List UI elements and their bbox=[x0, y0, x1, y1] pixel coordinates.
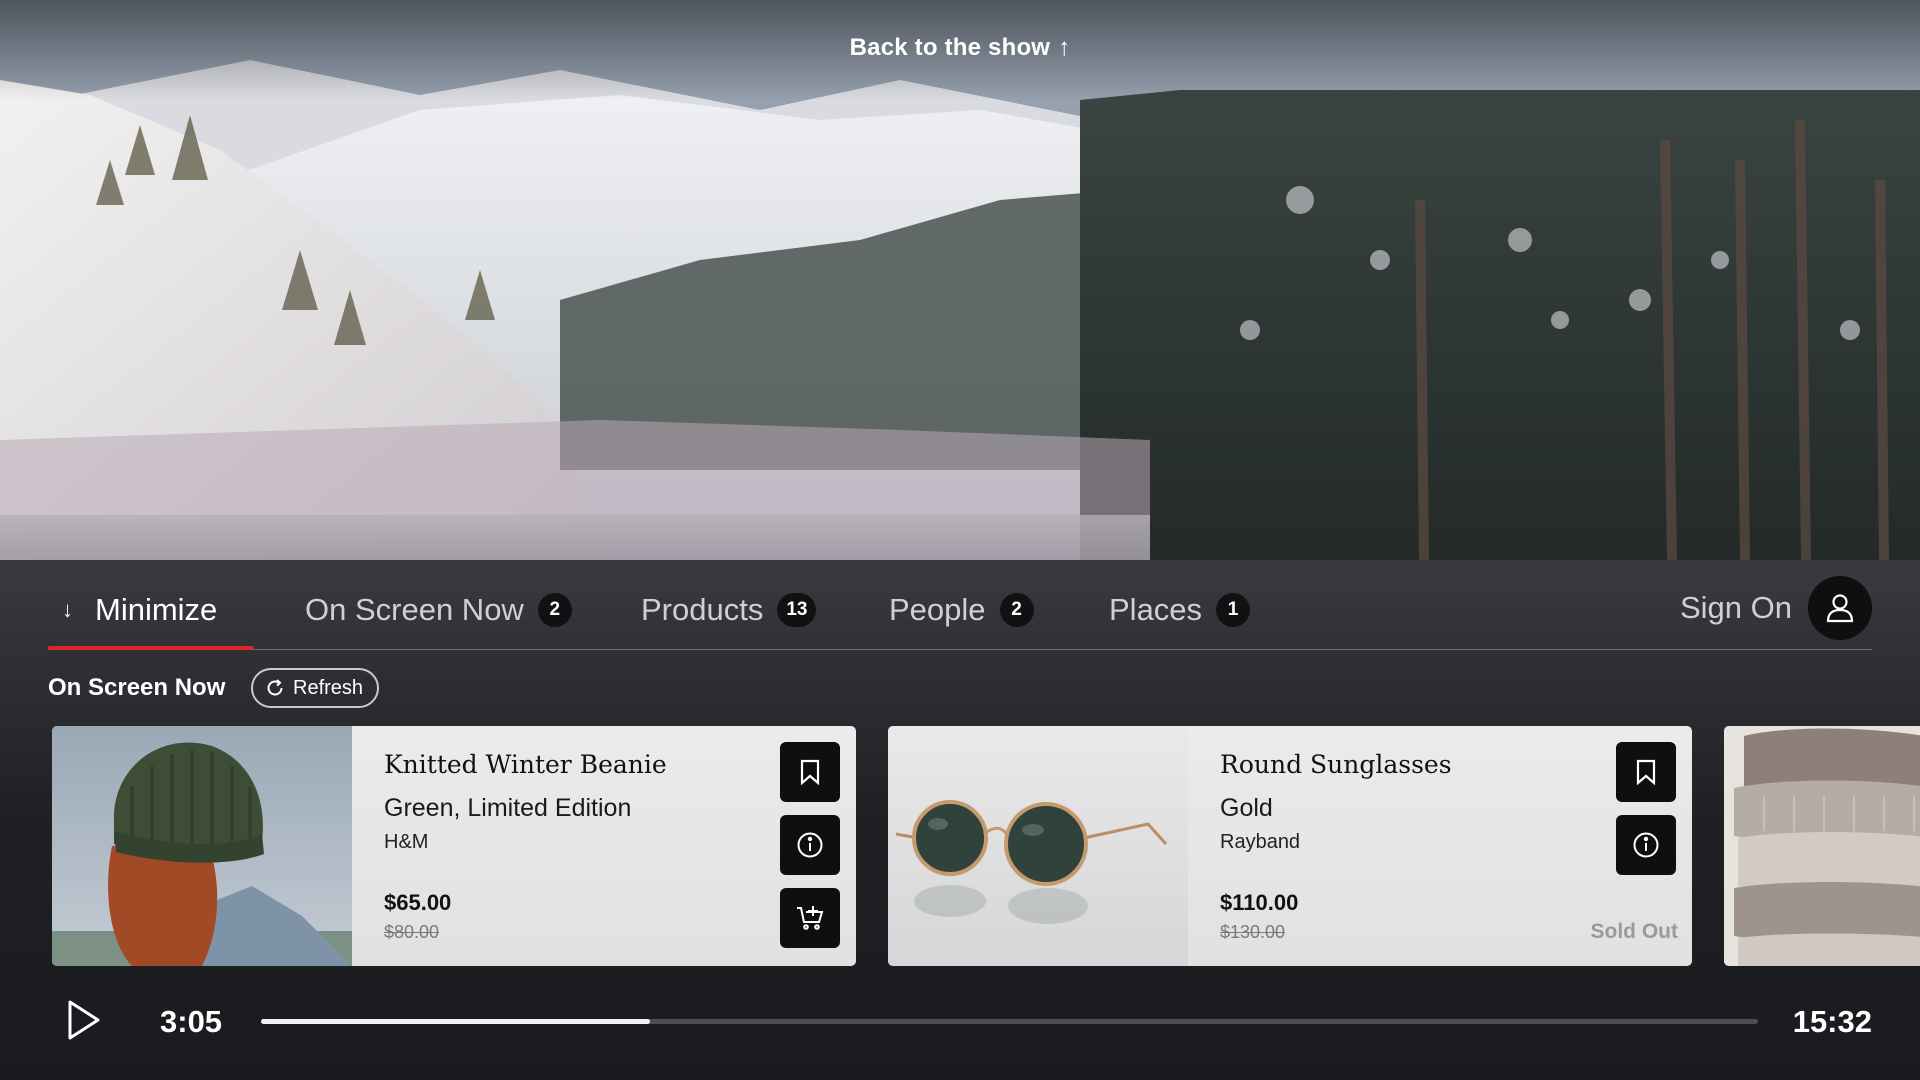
info-icon bbox=[1633, 832, 1659, 858]
progress-bar-fill bbox=[261, 1019, 651, 1024]
refresh-label: Refresh bbox=[293, 676, 364, 699]
tab-people-label: People bbox=[889, 592, 986, 627]
tab-minimize-label: Minimize bbox=[95, 592, 218, 627]
sign-on-button[interactable]: Sign On bbox=[1680, 576, 1872, 640]
product-image-sunglasses bbox=[888, 726, 1188, 966]
product-variant: Green, Limited Edition bbox=[384, 794, 632, 822]
product-name: Round Sunglasses bbox=[1220, 750, 1452, 779]
product-original-price: $130.00 bbox=[1220, 922, 1286, 942]
total-time: 15:32 bbox=[1792, 1004, 1872, 1039]
product-card[interactable]: Knitted Winter Beanie Green, Limited Edi… bbox=[52, 726, 856, 966]
bookmark-button[interactable] bbox=[780, 742, 840, 802]
product-price: $65.00 bbox=[384, 890, 452, 915]
refresh-button[interactable]: Refresh bbox=[251, 668, 380, 708]
arrow-down-icon: ↓ bbox=[62, 597, 73, 622]
tab-minimize[interactable]: ↓ Minimize bbox=[62, 590, 217, 630]
section-title: On Screen Now bbox=[48, 674, 226, 701]
tab-places-label: Places bbox=[1109, 592, 1203, 627]
tab-people[interactable]: People 2 bbox=[889, 590, 1034, 630]
progress-bar[interactable] bbox=[261, 1019, 1758, 1024]
product-variant: Gold bbox=[1220, 794, 1273, 822]
product-name: Knitted Winter Beanie bbox=[384, 750, 667, 779]
tab-on-screen-now-label: On Screen Now bbox=[305, 592, 524, 627]
play-button[interactable] bbox=[64, 998, 104, 1042]
tab-products[interactable]: Products 13 bbox=[641, 590, 817, 630]
companion-panel: ↓ Minimize On Screen Now 2 Products 13 P… bbox=[0, 560, 1920, 1080]
tab-count-badge: 13 bbox=[777, 593, 817, 627]
tab-products-label: Products bbox=[641, 592, 764, 627]
info-button[interactable] bbox=[780, 815, 840, 875]
sign-on-label: Sign On bbox=[1679, 590, 1792, 625]
info-button[interactable] bbox=[1616, 815, 1676, 875]
tab-places[interactable]: Places 1 bbox=[1109, 590, 1251, 630]
product-card[interactable]: Round Sunglasses Gold Rayband $110.00 $1… bbox=[888, 726, 1692, 966]
user-icon bbox=[1808, 576, 1872, 640]
refresh-icon bbox=[267, 679, 283, 696]
active-tab-indicator bbox=[48, 646, 254, 650]
play-icon bbox=[68, 1000, 100, 1040]
product-image-sweaters bbox=[1724, 726, 1920, 966]
product-price: $110.00 bbox=[1220, 890, 1299, 915]
bookmark-button[interactable] bbox=[1616, 742, 1676, 802]
back-to-show-button[interactable]: Back to the show ↑ bbox=[0, 34, 1920, 62]
tab-count-badge: 2 bbox=[999, 593, 1034, 627]
tab-on-screen-now[interactable]: On Screen Now 2 bbox=[305, 590, 572, 630]
product-original-price: $80.00 bbox=[384, 922, 440, 942]
product-brand: H&M bbox=[384, 831, 429, 853]
tab-count-badge: 1 bbox=[1216, 593, 1251, 627]
arrow-up-icon: ↑ bbox=[1058, 34, 1071, 61]
info-icon bbox=[797, 832, 823, 858]
current-time: 3:05 bbox=[160, 1004, 223, 1039]
add-to-cart-button[interactable] bbox=[780, 888, 840, 948]
product-image-beanie bbox=[52, 726, 352, 966]
add-to-cart-icon bbox=[797, 906, 824, 930]
back-to-show-label: Back to the show bbox=[849, 34, 1051, 61]
product-brand: Rayband bbox=[1220, 831, 1301, 853]
tab-count-badge: 2 bbox=[537, 593, 572, 627]
tab-bar: ↓ Minimize On Screen Now 2 Products 13 P… bbox=[48, 560, 1872, 650]
sold-out-label: Sold Out bbox=[1590, 920, 1679, 943]
video-background bbox=[0, 0, 1920, 560]
bookmark-icon bbox=[800, 759, 820, 785]
product-card-partial[interactable] bbox=[1724, 726, 1920, 966]
bookmark-icon bbox=[1636, 759, 1656, 785]
